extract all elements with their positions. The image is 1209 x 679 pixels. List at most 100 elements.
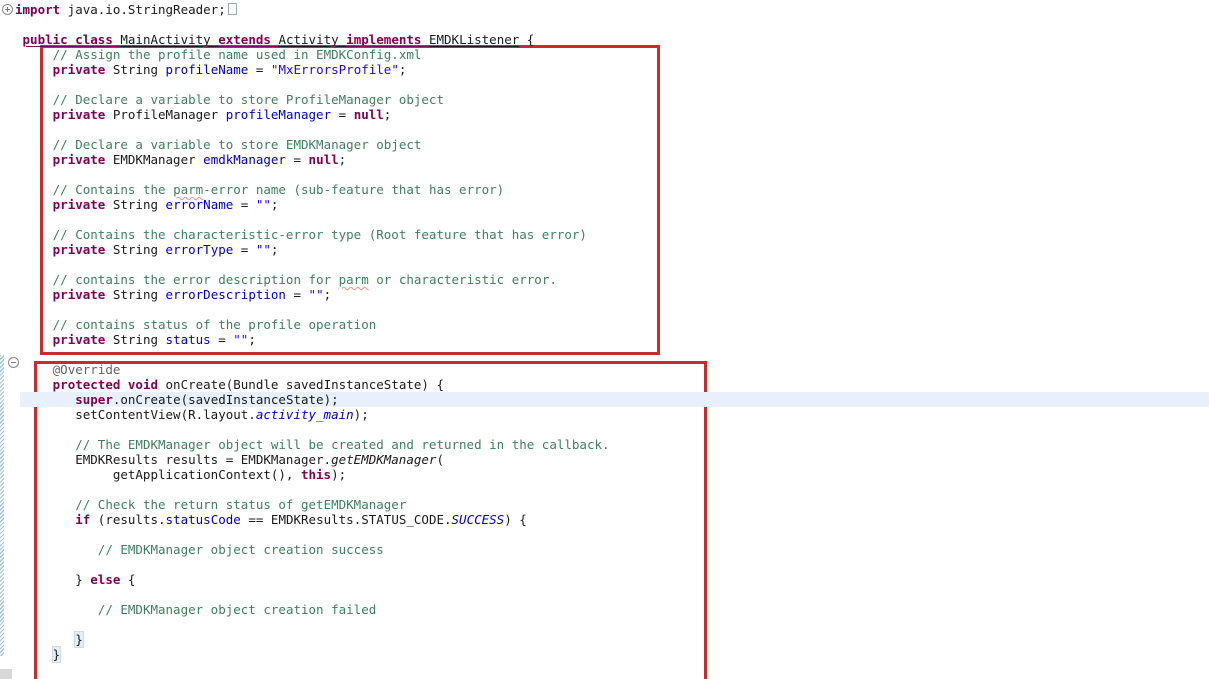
code-line[interactable]: // The EMDKManager object will be create… <box>15 437 610 452</box>
code-token: // Declare a variable to store ProfileMa… <box>53 92 444 107</box>
code-line[interactable]: if (results.statusCode == EMDKResults.ST… <box>15 512 610 527</box>
code-token: activity_main <box>256 407 354 422</box>
code-token: EMDKListener <box>429 32 519 47</box>
code-token: String <box>105 287 165 302</box>
code-line[interactable]: getApplicationContext(), this); <box>15 467 610 482</box>
code-line[interactable] <box>15 557 610 572</box>
code-token: private <box>53 197 106 212</box>
code-token: String <box>105 332 165 347</box>
code-line[interactable]: private String errorType = ""; <box>15 242 610 257</box>
code-line[interactable]: // Declare a variable to store EMDKManag… <box>15 137 610 152</box>
code-area[interactable]: import java.io.StringReader; public clas… <box>15 2 610 662</box>
code-token: ; <box>399 62 407 77</box>
code-line[interactable] <box>15 617 610 632</box>
code-line[interactable]: // Contains the parm-error name (sub-fea… <box>15 182 610 197</box>
code-token <box>15 332 53 347</box>
code-line[interactable]: @Override <box>15 362 610 377</box>
code-line[interactable]: } else { <box>15 572 610 587</box>
code-line[interactable]: // EMDKManager object creation success <box>15 542 610 557</box>
code-token: parm <box>173 182 203 197</box>
code-line[interactable]: EMDKResults results = EMDKManager.getEMD… <box>15 452 610 467</box>
code-line[interactable]: private ProfileManager profileManager = … <box>15 107 610 122</box>
code-line[interactable] <box>15 77 610 92</box>
code-token: implements <box>346 32 429 47</box>
code-line[interactable]: } <box>15 647 610 662</box>
code-line[interactable] <box>15 167 610 182</box>
code-token: protected void <box>53 377 158 392</box>
code-line[interactable] <box>15 302 610 317</box>
code-line[interactable]: setContentView(R.layout.activity_main); <box>15 407 610 422</box>
code-line[interactable] <box>15 482 610 497</box>
code-token: import <box>15 2 60 17</box>
code-line[interactable] <box>15 527 610 542</box>
code-line[interactable]: private String errorDescription = ""; <box>15 287 610 302</box>
code-token: private <box>53 242 106 257</box>
code-token: ; <box>339 152 347 167</box>
code-token <box>15 647 53 662</box>
code-line[interactable] <box>15 212 610 227</box>
code-line[interactable]: private EMDKManager emdkManager = null; <box>15 152 610 167</box>
code-line[interactable]: // contains status of the profile operat… <box>15 317 610 332</box>
code-line[interactable]: public class MainActivity extends Activi… <box>15 32 610 47</box>
code-line[interactable]: // contains the error description for pa… <box>15 272 610 287</box>
code-token: { <box>120 572 135 587</box>
code-token <box>15 227 53 242</box>
code-line[interactable]: super.onCreate(savedInstanceState); <box>15 392 610 407</box>
code-line[interactable]: // Declare a variable to store ProfileMa… <box>15 92 610 107</box>
code-token: errorType <box>166 242 234 257</box>
code-token: @Override <box>53 362 121 377</box>
code-line[interactable]: import java.io.StringReader; <box>15 2 610 17</box>
code-token <box>15 632 75 647</box>
code-line[interactable] <box>15 257 610 272</box>
code-token: private <box>53 152 106 167</box>
code-line[interactable]: // Check the return status of getEMDKMan… <box>15 497 610 512</box>
code-token: = <box>211 332 234 347</box>
code-token <box>15 392 75 407</box>
code-token <box>15 377 53 392</box>
code-token: "" <box>309 287 324 302</box>
code-token <box>15 62 53 77</box>
code-token: private <box>53 287 106 302</box>
code-token <box>15 242 53 257</box>
code-token: profileManager <box>226 107 331 122</box>
code-token: -error name (sub-feature that has error) <box>203 182 504 197</box>
code-line[interactable] <box>15 17 610 32</box>
collapsed-text-icon <box>228 3 237 15</box>
code-line[interactable]: // Assign the profile name used in EMDKC… <box>15 47 610 62</box>
code-token: or characteristic error. <box>369 272 557 287</box>
code-line[interactable]: // Contains the characteristic-error typ… <box>15 227 610 242</box>
code-token: ; <box>271 197 279 212</box>
code-token: } <box>53 647 61 662</box>
code-token: status <box>166 332 211 347</box>
fold-expand-icon[interactable] <box>2 4 13 15</box>
code-token <box>15 152 53 167</box>
code-token: = <box>331 107 354 122</box>
code-line[interactable]: private String errorName = ""; <box>15 197 610 212</box>
code-line[interactable] <box>15 587 610 602</box>
code-token: // Check the return status of getEMDKMan… <box>75 497 406 512</box>
code-token <box>15 137 53 152</box>
code-line[interactable]: // EMDKManager object creation failed <box>15 602 610 617</box>
code-token: == EMDKResults.STATUS_CODE. <box>241 512 452 527</box>
code-token <box>15 362 53 377</box>
code-token: MainActivity <box>120 32 218 47</box>
code-token <box>15 47 53 62</box>
code-line[interactable] <box>15 122 610 137</box>
code-token <box>15 107 53 122</box>
code-token <box>15 602 98 617</box>
code-line[interactable]: } <box>15 632 610 647</box>
code-token: private <box>53 107 106 122</box>
code-token: ( <box>436 452 444 467</box>
code-line[interactable] <box>15 422 610 437</box>
code-token: null <box>354 107 384 122</box>
code-line[interactable] <box>15 347 610 362</box>
code-token: private <box>53 62 106 77</box>
code-token: emdkManager <box>203 152 286 167</box>
code-token <box>15 197 53 212</box>
code-token: // EMDKManager object creation failed <box>98 602 376 617</box>
code-line[interactable]: private String status = ""; <box>15 332 610 347</box>
code-token: profileName <box>166 62 249 77</box>
code-token: // contains status of the profile operat… <box>53 317 377 332</box>
code-line[interactable]: private String profileName = "MxErrorsPr… <box>15 62 610 77</box>
code-line[interactable]: protected void onCreate(Bundle savedInst… <box>15 377 610 392</box>
